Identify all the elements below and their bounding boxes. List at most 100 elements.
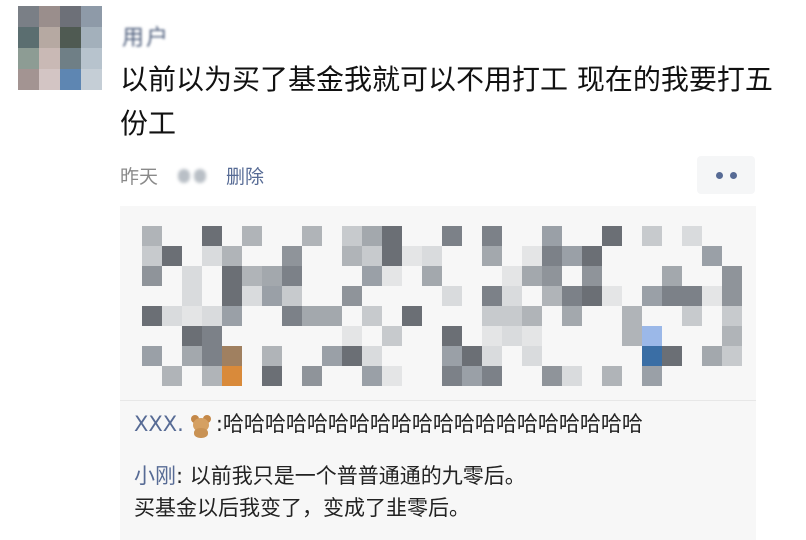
liker-avatar[interactable] [602, 286, 622, 306]
liker-avatar[interactable] [642, 366, 662, 386]
liker-avatar[interactable] [582, 246, 602, 266]
liker-avatar[interactable] [182, 346, 202, 366]
liker-avatar[interactable] [382, 226, 402, 246]
liker-avatar[interactable] [342, 246, 362, 266]
liker-avatar[interactable] [722, 346, 742, 366]
liker-avatar[interactable] [362, 366, 382, 386]
liker-avatar[interactable] [682, 306, 702, 326]
liker-avatar[interactable] [722, 306, 742, 326]
liker-avatar[interactable] [722, 286, 742, 306]
liker-avatar[interactable] [502, 326, 522, 346]
liker-avatar[interactable] [482, 246, 502, 266]
liker-avatar[interactable] [382, 326, 402, 346]
liker-avatar[interactable] [262, 266, 282, 286]
liker-avatar[interactable] [442, 226, 462, 246]
liker-avatar[interactable] [482, 346, 502, 366]
liker-avatar[interactable] [382, 366, 402, 386]
liker-avatar[interactable] [142, 266, 162, 286]
comment-author[interactable]: XXX. [134, 412, 184, 436]
liker-avatar[interactable] [482, 286, 502, 306]
liker-avatar[interactable] [622, 306, 642, 326]
liker-avatar[interactable] [202, 246, 222, 266]
liker-avatar[interactable] [722, 266, 742, 286]
liker-avatar[interactable] [322, 306, 342, 326]
liker-avatar[interactable] [402, 246, 422, 266]
liker-avatar[interactable] [202, 346, 222, 366]
liker-avatar[interactable] [282, 286, 302, 306]
liker-avatar[interactable] [602, 366, 622, 386]
liker-avatar[interactable] [642, 346, 662, 366]
liker-avatar[interactable] [342, 346, 362, 366]
liker-avatar[interactable] [442, 366, 462, 386]
username[interactable]: 用户 [122, 20, 170, 52]
liker-avatar[interactable] [362, 306, 382, 326]
liker-avatar[interactable] [442, 346, 462, 366]
liker-avatar[interactable] [222, 346, 242, 366]
liker-avatar[interactable] [282, 246, 302, 266]
liker-avatar[interactable] [142, 346, 162, 366]
liker-avatar[interactable] [502, 266, 522, 286]
liker-avatar[interactable] [482, 326, 502, 346]
liker-avatar[interactable] [262, 346, 282, 366]
liker-avatar[interactable] [202, 226, 222, 246]
liker-avatar[interactable] [262, 366, 282, 386]
liker-avatar[interactable] [522, 246, 542, 266]
friends-visibility-icon[interactable] [176, 166, 210, 186]
liker-avatar[interactable] [242, 226, 262, 246]
liker-avatar[interactable] [362, 266, 382, 286]
comment-author[interactable]: 小刚 [134, 464, 176, 488]
liker-avatar[interactable] [222, 306, 242, 326]
liker-avatar[interactable] [242, 286, 262, 306]
liker-avatar[interactable] [462, 366, 482, 386]
liker-avatar[interactable] [182, 306, 202, 326]
liker-avatar[interactable] [622, 326, 642, 346]
liker-avatar[interactable] [362, 346, 382, 366]
liker-avatar[interactable] [162, 366, 182, 386]
liker-avatar[interactable] [342, 326, 362, 346]
liker-avatar[interactable] [562, 286, 582, 306]
liker-avatar[interactable] [522, 306, 542, 326]
liker-avatar[interactable] [162, 306, 182, 326]
liker-avatar[interactable] [362, 246, 382, 266]
liker-avatar[interactable] [182, 286, 202, 306]
liker-avatar[interactable] [142, 226, 162, 246]
liker-avatar[interactable] [522, 326, 542, 346]
comment-item[interactable]: 小刚: 以前我只是一个普普通通的九零后。 买基金以后我变了，变成了韭零后。 [134, 460, 526, 524]
liker-avatar[interactable] [342, 226, 362, 246]
liker-avatar[interactable] [542, 246, 562, 266]
liker-avatar[interactable] [542, 226, 562, 246]
liker-avatar[interactable] [602, 226, 622, 246]
liker-avatar[interactable] [222, 366, 242, 386]
liker-avatar[interactable] [582, 286, 602, 306]
liker-avatar[interactable] [582, 266, 602, 286]
liker-avatar[interactable] [562, 306, 582, 326]
liker-avatar[interactable] [202, 306, 222, 326]
liker-avatar[interactable] [482, 226, 502, 246]
liker-avatar[interactable] [522, 346, 542, 366]
liker-avatar[interactable] [262, 286, 282, 306]
liker-avatar[interactable] [302, 306, 322, 326]
liker-avatar[interactable] [562, 246, 582, 266]
liker-avatar[interactable] [302, 366, 322, 386]
delete-link[interactable]: 删除 [226, 162, 264, 189]
liker-avatar[interactable] [722, 326, 742, 346]
liker-avatar[interactable] [402, 306, 422, 326]
more-dots-icon[interactable] [697, 156, 755, 194]
liker-avatar[interactable] [282, 266, 302, 286]
liker-avatar[interactable] [502, 286, 522, 306]
liker-avatar[interactable] [702, 346, 722, 366]
liker-avatar[interactable] [682, 226, 702, 246]
liker-avatar[interactable] [422, 266, 442, 286]
liker-avatar[interactable] [202, 326, 222, 346]
liker-avatar[interactable] [222, 266, 242, 286]
liker-avatar[interactable] [642, 226, 662, 246]
liker-avatar[interactable] [382, 266, 402, 286]
liker-avatar[interactable] [242, 266, 262, 286]
liker-avatar[interactable] [182, 266, 202, 286]
comment-item[interactable]: XXX.:哈哈哈哈哈哈哈哈哈哈哈哈哈哈哈哈哈哈哈哈 [134, 408, 643, 440]
liker-avatar[interactable] [142, 306, 162, 326]
liker-avatar[interactable] [342, 286, 362, 306]
liker-avatar[interactable] [682, 286, 702, 306]
liker-avatar[interactable] [562, 366, 582, 386]
liker-avatar[interactable] [462, 346, 482, 366]
